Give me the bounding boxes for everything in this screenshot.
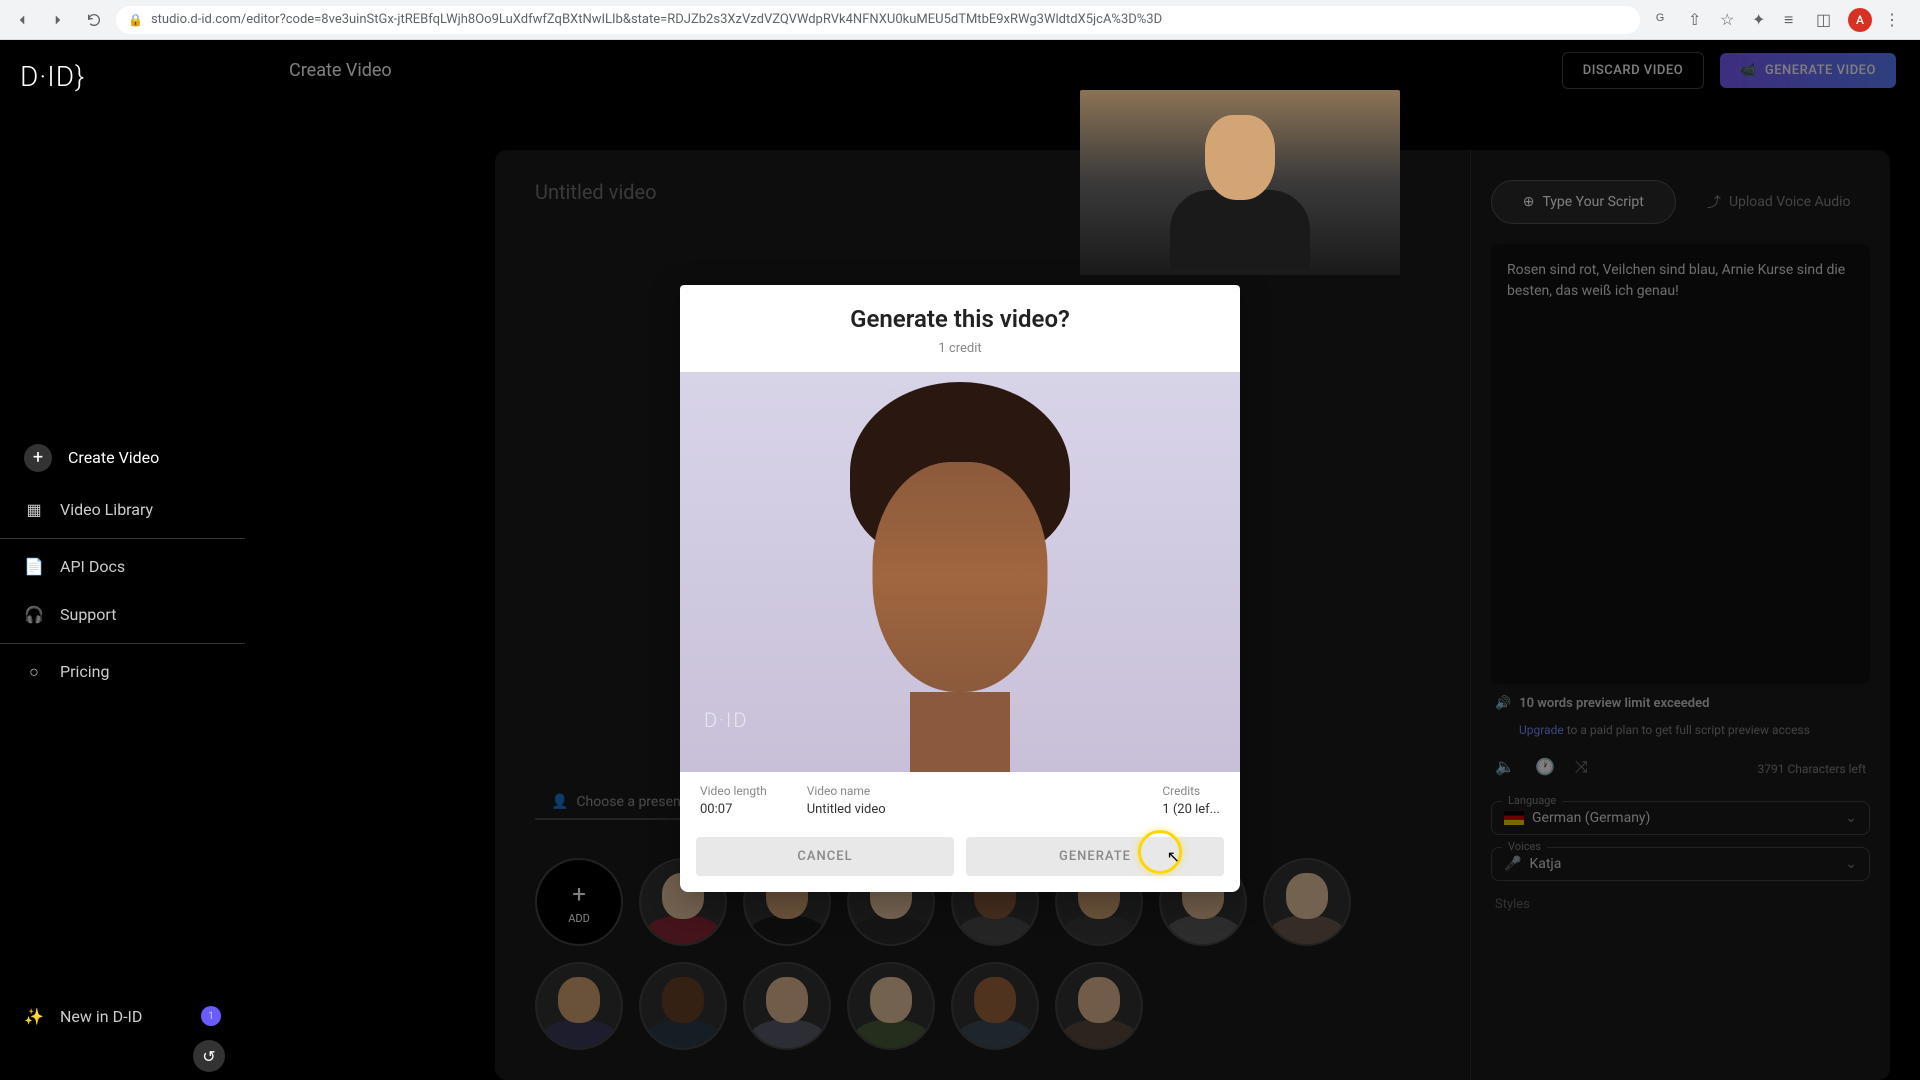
sidebar: D·ID} + Create Video ▦ Video Library 📄 A… (0, 40, 245, 1080)
name-value: Untitled video (807, 802, 886, 817)
credits-value: 1 (20 lef... (1162, 802, 1220, 817)
history-button[interactable]: ↺ (193, 1040, 225, 1072)
translate-icon[interactable]: ᴳ (1656, 10, 1676, 30)
sparkle-icon: ✨ (24, 1006, 44, 1026)
plus-icon: + (24, 444, 52, 472)
url-bar[interactable]: 🔒 studio.d-id.com/editor?code=8ve3uinStG… (116, 6, 1640, 34)
lock-icon: 🔒 (128, 13, 143, 27)
support-icon: 🎧 (24, 605, 44, 625)
logo[interactable]: D·ID} (0, 60, 245, 133)
webcam-feed (1080, 90, 1400, 275)
extension-icon[interactable]: ✦ (1752, 10, 1772, 30)
sidebar-item-label: API Docs (60, 557, 125, 576)
name-label: Video name (807, 784, 886, 798)
share-icon[interactable]: ⇧ (1688, 10, 1708, 30)
generate-modal: Generate this video? 1 credit D·ID Video… (680, 285, 1240, 892)
modal-subtitle: 1 credit (680, 341, 1240, 372)
document-icon: 📄 (24, 557, 44, 577)
modal-title: Generate this video? (680, 285, 1240, 341)
sidebar-item-api[interactable]: 📄 API Docs (0, 543, 245, 591)
panel-icon[interactable]: ◫ (1816, 10, 1836, 30)
profile-avatar[interactable]: A (1848, 8, 1872, 32)
length-label: Video length (700, 784, 767, 798)
browser-chrome: 🔒 studio.d-id.com/editor?code=8ve3uinStG… (0, 0, 1920, 40)
browser-actions: ᴳ ⇧ ☆ ✦ ≡ ◫ A ⋮ (1648, 8, 1912, 32)
sidebar-item-pricing[interactable]: ○ Pricing (0, 648, 245, 696)
menu-icon[interactable]: ⋮ (1884, 10, 1904, 30)
list-icon[interactable]: ≡ (1784, 10, 1804, 30)
create-video-button[interactable]: + Create Video (0, 430, 245, 486)
notification-badge: 1 (201, 1006, 221, 1026)
generate-confirm-button[interactable]: GENERATE (966, 837, 1224, 876)
credits-label: Credits (1162, 784, 1220, 798)
sidebar-item-label: New in D-ID (60, 1007, 142, 1026)
sidebar-item-label: Support (60, 605, 116, 624)
modal-preview: D·ID (680, 372, 1240, 772)
back-button[interactable] (8, 6, 36, 34)
url-text: studio.d-id.com/editor?code=8ve3uinStGx-… (151, 12, 1162, 27)
sidebar-item-library[interactable]: ▦ Video Library (0, 486, 245, 534)
cancel-button[interactable]: CANCEL (696, 837, 954, 876)
grid-icon: ▦ (24, 500, 44, 520)
sidebar-item-new[interactable]: ✨ New in D-ID 1 (0, 992, 245, 1040)
length-value: 00:07 (700, 802, 767, 817)
star-icon[interactable]: ☆ (1720, 10, 1740, 30)
reload-button[interactable] (80, 6, 108, 34)
pricing-icon: ○ (24, 662, 44, 682)
sidebar-item-label: Video Library (60, 500, 153, 519)
forward-button[interactable] (44, 6, 72, 34)
sidebar-item-support[interactable]: 🎧 Support (0, 591, 245, 639)
watermark: D·ID (704, 708, 748, 732)
sidebar-item-label: Pricing (60, 662, 110, 681)
create-video-label: Create Video (68, 448, 159, 467)
